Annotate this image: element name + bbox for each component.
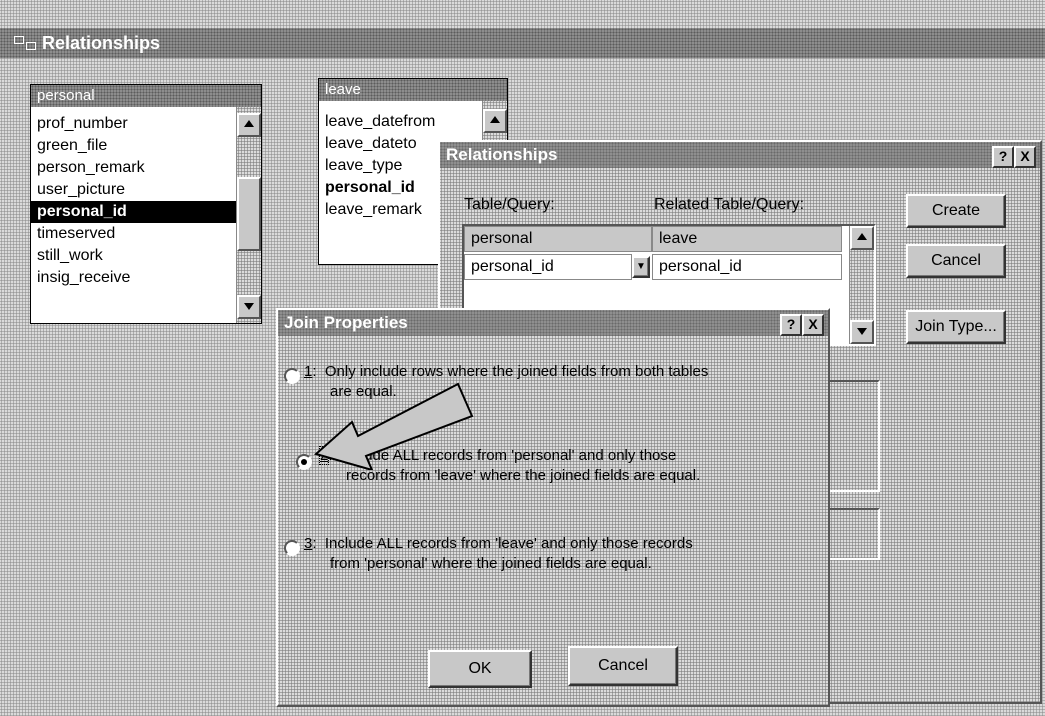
join-properties-title-bar[interactable]: Join Properties bbox=[278, 310, 828, 336]
window-title-bar[interactable]: Relationships bbox=[0, 28, 1045, 58]
grid-header-table: personal bbox=[464, 226, 652, 252]
cancel-button-label: Cancel bbox=[931, 252, 981, 269]
ok-button-label: OK bbox=[468, 660, 492, 677]
relationships-dialog-title: Relationships bbox=[446, 145, 558, 164]
grid-scrollbar[interactable] bbox=[849, 226, 874, 344]
field-item[interactable]: timeserved bbox=[31, 223, 237, 245]
join-option-1-radio[interactable] bbox=[284, 368, 300, 384]
close-button[interactable]: X bbox=[802, 314, 824, 336]
field-item[interactable]: prof_number bbox=[31, 113, 237, 135]
cancel-button[interactable]: Cancel bbox=[906, 244, 1006, 278]
scroll-up-button[interactable] bbox=[850, 226, 874, 250]
join-properties-title: Join Properties bbox=[284, 313, 408, 332]
field-item[interactable]: green_file bbox=[31, 135, 237, 157]
field-item[interactable]: leave_datefrom bbox=[319, 111, 483, 133]
table-personal-scrollbar[interactable] bbox=[236, 107, 261, 323]
join-properties-dialog: Join Properties ? X 1: Only include rows… bbox=[276, 308, 830, 707]
create-button-label: Create bbox=[931, 202, 981, 219]
table-query-label: Table/Query: bbox=[464, 196, 555, 213]
join-cancel-button[interactable]: Cancel bbox=[568, 646, 678, 686]
close-button[interactable]: X bbox=[1014, 146, 1036, 168]
field-item[interactable]: insig_receive bbox=[31, 267, 237, 289]
grid-table-field[interactable]: personal_id bbox=[464, 254, 632, 280]
option-line2: from 'personal' where the joined fields … bbox=[330, 555, 652, 572]
help-button[interactable]: ? bbox=[992, 146, 1014, 168]
relationships-icon bbox=[14, 36, 36, 50]
table-personal-title[interactable]: personal bbox=[31, 85, 261, 107]
table-leave-title[interactable]: leave bbox=[319, 79, 507, 101]
option-line1: Include ALL records from 'leave' and onl… bbox=[324, 535, 693, 552]
join-type-button-label: Join Type... bbox=[915, 318, 997, 335]
grid-related-field[interactable]: personal_id bbox=[652, 254, 842, 280]
related-table-label: Related Table/Query: bbox=[654, 196, 805, 213]
window-title: Relationships bbox=[42, 33, 161, 53]
field-item[interactable]: still_work bbox=[31, 245, 237, 267]
join-type-button[interactable]: Join Type... bbox=[906, 310, 1006, 344]
scroll-up-button[interactable] bbox=[483, 109, 507, 133]
create-button[interactable]: Create bbox=[906, 194, 1006, 228]
join-cancel-button-label: Cancel bbox=[598, 657, 648, 674]
help-button[interactable]: ? bbox=[780, 314, 802, 336]
scroll-down-button[interactable] bbox=[237, 295, 261, 319]
field-item[interactable]: person_remark bbox=[31, 157, 237, 179]
scroll-up-button[interactable] bbox=[237, 113, 261, 137]
grid-header-related: leave bbox=[652, 226, 842, 252]
annotation-arrow-icon bbox=[313, 382, 474, 470]
scroll-down-button[interactable] bbox=[850, 320, 874, 344]
field-item-selected[interactable]: personal_id bbox=[31, 201, 237, 223]
join-option-3[interactable]: 3: Include ALL records from 'leave' and … bbox=[304, 534, 693, 574]
dropdown-arrow-icon[interactable]: ▼ bbox=[632, 256, 650, 278]
relationships-dialog-title-bar[interactable]: Relationships bbox=[440, 142, 1040, 168]
ok-button[interactable]: OK bbox=[428, 650, 532, 688]
field-item[interactable]: user_picture bbox=[31, 179, 237, 201]
table-personal[interactable]: personal prof_number green_file person_r… bbox=[30, 84, 262, 324]
scroll-thumb[interactable] bbox=[237, 177, 261, 251]
join-option-3-radio[interactable] bbox=[284, 540, 300, 556]
